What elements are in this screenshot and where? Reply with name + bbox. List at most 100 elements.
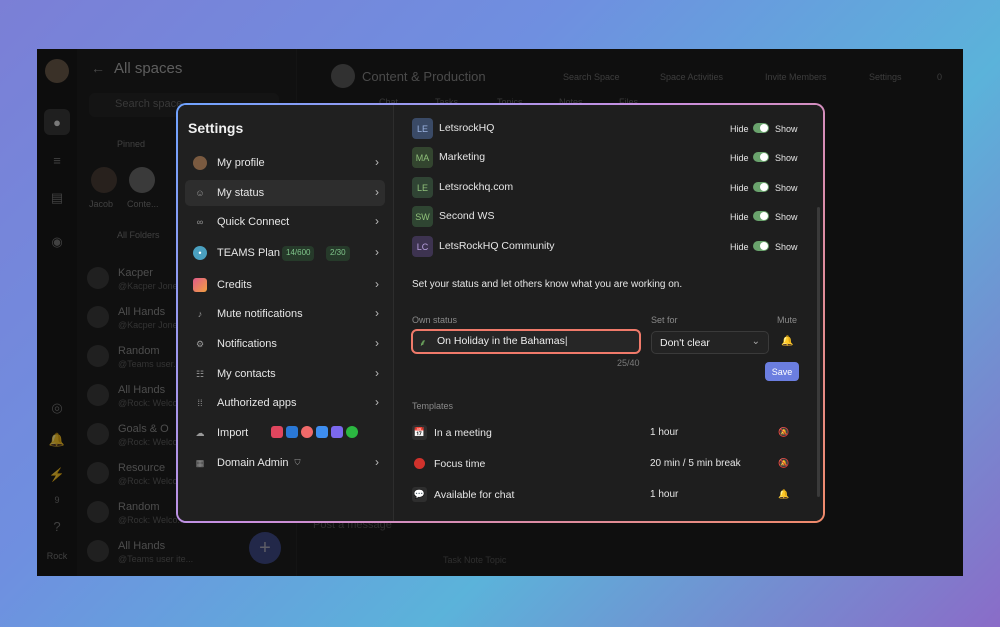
template-row[interactable]: Focus time 20 min / 5 min break 🔕 [412,454,789,478]
workspace-name: LetsrockHQ [439,122,495,134]
show-label: Show [775,153,798,163]
nav-teams-plan[interactable]: • TEAMS Plan 14/600 2/30 › [185,240,385,266]
workspace-row: LE Letsrockhq.com Hide Show [412,177,807,201]
chevron-right-icon: › [375,155,379,169]
nav-import[interactable]: ☁ Import [185,420,385,446]
chevron-right-icon: › [375,395,379,409]
settings-modal-body: Settings My profile › ☺ My status › ∞ Qu… [178,105,823,521]
nav-quick-connect[interactable]: ∞ Quick Connect › [185,209,385,235]
visibility-toggle[interactable] [753,152,769,162]
hide-label: Hide [730,124,749,134]
visibility-toggle[interactable] [753,182,769,192]
visibility-toggle[interactable] [753,241,769,251]
workspace-name: Marketing [439,151,486,163]
settings-title: Settings [188,120,244,136]
chevron-right-icon: › [375,455,379,469]
apps-grid-icon: ⁞⁞ [197,398,203,408]
workspace-row: LE LetsrockHQ Hide Show [412,118,807,142]
template-name: Focus time [434,458,486,470]
gear-icon: ⚙ [195,338,205,349]
nav-label: My profile [217,157,265,169]
text-cursor: | [564,335,568,347]
palm-tree-icon[interactable]: ⸙ [419,335,427,349]
character-counter: 25/40 [617,358,640,368]
template-duration: 1 hour [650,427,679,438]
muted-bell-icon[interactable]: 🔕 [778,427,789,438]
nav-label: Domain Admin [217,457,289,469]
own-status-input[interactable]: ⸙ On Holiday in the Bahamas| [411,329,641,354]
hide-label: Hide [730,242,749,252]
nav-domain-admin[interactable]: ▦ Domain Admin ⛉ › [185,450,385,476]
workspace-logo: LE [412,177,433,198]
template-name: In a meeting [434,427,492,439]
workspace-logo: MA [412,147,433,168]
show-label: Show [775,124,798,134]
set-for-select[interactable]: Don't clear ⌄ [651,331,769,354]
building-icon: ▦ [195,457,205,468]
set-for-label: Set for [651,315,678,325]
nav-label: Quick Connect [217,216,290,228]
nav-my-contacts[interactable]: ☷ My contacts › [185,361,385,387]
nav-label: My contacts [217,368,276,380]
workspace-row: SW Second WS Hide Show [412,206,807,230]
slack-icon [271,426,283,438]
show-label: Show [775,183,798,193]
chevron-right-icon: › [375,336,379,350]
save-button[interactable]: Save [765,362,799,381]
nav-label: Credits [217,279,252,291]
credits-icon [193,278,207,292]
workspace-name: Letsrockhq.com [439,181,514,193]
chevron-right-icon: › [375,214,379,228]
show-label: Show [775,242,798,252]
jira-icon [316,426,328,438]
nav-notifications[interactable]: ⚙ Notifications › [185,331,385,357]
trello-icon [286,426,298,438]
scrollbar[interactable] [817,207,820,497]
status-description: Set your status and let others know what… [412,279,683,290]
workspace-name: LetsRockHQ Community [439,240,555,252]
chevron-right-icon: › [375,306,379,320]
muted-bell-icon[interactable]: 🔕 [778,458,789,469]
mute-bell-icon[interactable]: 🔔 [781,336,793,347]
import-sources [271,426,358,438]
visibility-toggle[interactable] [753,123,769,133]
asana-icon [301,426,313,438]
show-label: Show [775,212,798,222]
contacts-icon: ☷ [195,368,205,379]
set-for-value: Don't clear [660,337,710,349]
workspace-logo: LE [412,118,433,139]
speech-bubble-icon: 💬 [412,487,427,502]
nav-my-profile[interactable]: My profile › [185,150,385,176]
nav-my-status[interactable]: ☺ My status › [185,180,385,206]
bell-icon: ♪ [197,309,203,319]
template-duration: 1 hour [650,489,679,500]
template-row[interactable]: 💬 Available for chat 1 hour 🔔 [412,485,789,509]
bell-icon[interactable]: 🔔 [778,489,789,500]
cloud-upload-icon: ☁ [195,427,205,438]
status-icon: ☺ [195,188,205,198]
workspace-logo: LC [412,236,433,257]
template-duration: 20 min / 5 min break [650,458,741,469]
chevron-right-icon: › [375,277,379,291]
plan-usage-badge: 14/600 [282,246,315,261]
nav-mute-notifications[interactable]: ♪ Mute notifications › [185,301,385,327]
nav-credits[interactable]: Credits › [185,272,385,298]
workspace-row: LC LetsRockHQ Community Hide Show [412,236,807,260]
mute-label: Mute [777,315,798,325]
nav-authorized-apps[interactable]: ⁞⁞ Authorized apps › [185,390,385,416]
clickup-icon [331,426,343,438]
settings-modal: Settings My profile › ☺ My status › ∞ Qu… [176,103,825,523]
visibility-toggle[interactable] [753,211,769,221]
own-status-value: On Holiday in the Bahamas [437,335,565,347]
hide-label: Hide [730,212,749,222]
link-icon: ∞ [196,217,204,227]
template-name: Available for chat [434,489,515,501]
chevron-right-icon: › [375,366,379,380]
status-settings-panel: LE LetsrockHQ Hide Show MA Marketing Hid… [395,105,823,521]
template-row[interactable]: 📅 In a meeting 1 hour 🔕 [412,423,789,447]
chevron-right-icon: › [375,245,379,259]
teams-plan-icon: • [193,246,207,260]
nav-label: TEAMS Plan [217,247,280,259]
own-status-label: Own status [412,315,458,325]
hide-label: Hide [730,153,749,163]
